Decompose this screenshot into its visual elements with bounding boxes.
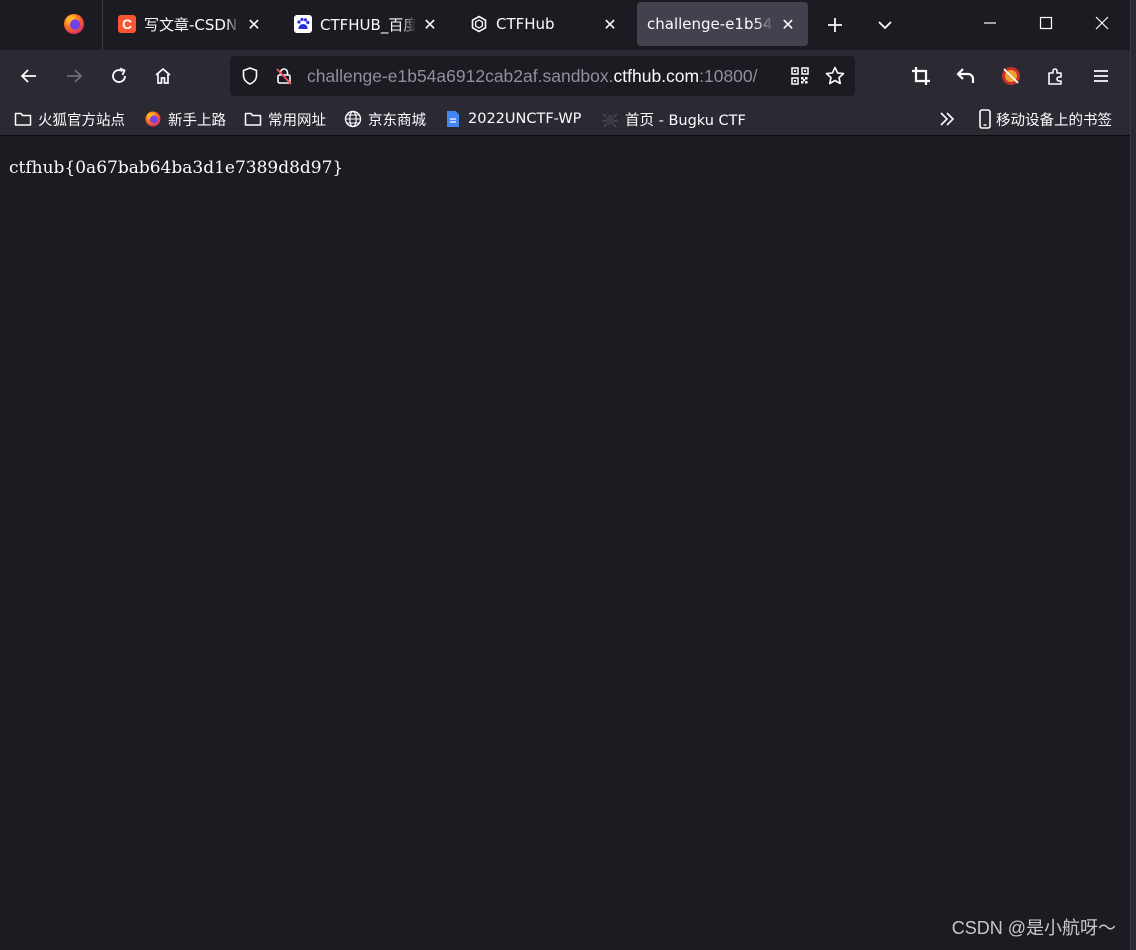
- tab-separator: [102, 0, 103, 50]
- firefox-icon[interactable]: [62, 12, 86, 36]
- arrow-left-icon: [20, 69, 36, 83]
- home-button[interactable]: [148, 61, 178, 91]
- hamburger-menu-icon: [1094, 70, 1108, 82]
- back-button[interactable]: [14, 61, 44, 91]
- bookmark-common-sites[interactable]: 常用网址: [244, 107, 326, 131]
- crop-icon: [912, 67, 930, 85]
- mobile-icon: [976, 109, 994, 129]
- bookmark-label: 常用网址: [268, 112, 326, 129]
- url-host: ctfhub.com: [613, 66, 700, 86]
- extensions-button[interactable]: [1041, 61, 1071, 91]
- url-bar[interactable]: challenge-e1b54a6912cab2af.sandbox.ctfhu…: [230, 56, 855, 96]
- folder-icon: [244, 110, 262, 128]
- navigation-toolbar: challenge-e1b54a6912cab2af.sandbox.ctfhu…: [0, 50, 1130, 102]
- minimize-button[interactable]: [962, 0, 1018, 46]
- bookmark-label: 火狐官方站点: [38, 112, 125, 129]
- chevrons-right-icon: [938, 110, 956, 128]
- minimize-icon: [984, 22, 996, 24]
- home-icon: [155, 67, 171, 84]
- firefox-icon: [144, 110, 162, 128]
- maximize-button[interactable]: [1018, 0, 1074, 46]
- tab-baidu-search[interactable]: CTFHUB_百度搜 ✕: [284, 2, 450, 46]
- tab-label: 写文章-CSDN创: [144, 15, 240, 34]
- close-icon[interactable]: ✕: [420, 14, 440, 34]
- bookmark-star-icon[interactable]: [823, 64, 847, 88]
- csdn-watermark: CSDN @是小航呀～: [951, 918, 1116, 938]
- bookmark-label: 京东商城: [368, 112, 426, 129]
- reload-button[interactable]: [104, 61, 134, 91]
- tab-bar: C 写文章-CSDN创 ✕ CTFHUB_百度搜 ✕: [0, 0, 1130, 50]
- bookmark-firefox-official[interactable]: 火狐官方站点: [14, 107, 125, 131]
- url-suffix: :10800/: [699, 66, 758, 86]
- bookmark-getting-started[interactable]: 新手上路: [144, 107, 226, 131]
- ctfhub-icon: [470, 15, 488, 33]
- tab-challenge[interactable]: challenge-e1b54a6 ✕: [637, 2, 808, 46]
- tab-label: challenge-e1b54a6: [647, 15, 774, 33]
- url-prefix: challenge-e1b54a6912cab2af.sandbox.: [307, 66, 614, 86]
- close-icon[interactable]: ✕: [600, 14, 620, 34]
- globe-icon: [344, 110, 362, 128]
- tab-csdn-editor[interactable]: C 写文章-CSDN创 ✕: [108, 2, 274, 46]
- tab-ctfhub[interactable]: CTFHub ✕: [460, 2, 630, 46]
- list-all-tabs-button[interactable]: [870, 10, 900, 40]
- flag-text: ctfhub{0a67bab64ba3d1e7389d8d97}: [9, 158, 344, 178]
- bookmark-label: 2022UNCTF-WP: [468, 111, 582, 127]
- bookmarks-toolbar: 火狐官方站点 新手上路 常用网址 京东商城 2022UNCTF-WP 首页 - …: [0, 102, 1130, 136]
- page-content: ctfhub{0a67bab64ba3d1e7389d8d97} CSDN @是…: [0, 137, 1130, 950]
- mobile-bookmarks-folder[interactable]: 移动设备上的书签: [976, 107, 1112, 131]
- reload-icon: [112, 67, 126, 83]
- close-icon: [1095, 16, 1109, 30]
- folder-icon: [14, 110, 32, 128]
- tab-label: CTFHub: [496, 15, 555, 33]
- document-icon: [444, 110, 462, 128]
- bookmark-label: 移动设备上的书签: [996, 112, 1112, 129]
- close-icon[interactable]: ✕: [778, 14, 798, 34]
- bookmark-bugku-ctf[interactable]: 首页 - Bugku CTF: [601, 107, 746, 131]
- new-tab-button[interactable]: [820, 10, 850, 40]
- app-menu-button[interactable]: [1086, 61, 1116, 91]
- bookmark-label: 首页 - Bugku CTF: [625, 112, 746, 129]
- qr-code-icon[interactable]: [788, 64, 812, 88]
- forward-button[interactable]: [59, 61, 89, 91]
- url-text[interactable]: challenge-e1b54a6912cab2af.sandbox.ctfhu…: [307, 65, 787, 87]
- browser-window: C 写文章-CSDN创 ✕ CTFHUB_百度搜 ✕: [0, 0, 1136, 950]
- shield-icon[interactable]: [238, 64, 262, 88]
- tab-label: CTFHUB_百度搜: [320, 15, 416, 34]
- plus-icon: [828, 18, 842, 32]
- close-icon[interactable]: ✕: [244, 14, 264, 34]
- maximize-icon: [1039, 16, 1053, 30]
- extension-badge-button[interactable]: [996, 61, 1026, 91]
- insecure-lock-icon[interactable]: [272, 64, 296, 88]
- extension-badge-icon: [1002, 67, 1020, 85]
- more-bookmarks-button[interactable]: [938, 107, 962, 131]
- bugku-icon: [601, 110, 619, 128]
- chevron-down-icon: [878, 21, 892, 30]
- puzzle-icon: [1048, 68, 1062, 85]
- background-window-edge: [1130, 0, 1136, 950]
- window-close-button[interactable]: [1074, 0, 1130, 46]
- baidu-icon: [294, 15, 312, 33]
- bookmark-jd-mall[interactable]: 京东商城: [344, 107, 426, 131]
- csdn-icon: C: [118, 15, 136, 33]
- arrow-right-icon: [67, 69, 83, 83]
- screenshot-crop-button[interactable]: [906, 61, 936, 91]
- undo-button[interactable]: [951, 61, 981, 91]
- undo-arrow-icon: [956, 68, 975, 83]
- bookmark-label: 新手上路: [168, 112, 226, 129]
- bookmark-unctf-wp[interactable]: 2022UNCTF-WP: [444, 107, 581, 131]
